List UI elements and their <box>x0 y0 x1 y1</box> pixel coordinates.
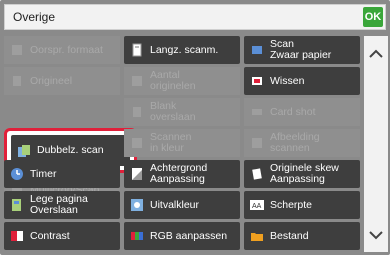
original-count-button: Aantal originelen <box>124 67 240 95</box>
original-icon <box>10 74 24 88</box>
settings-grid: Oorspr. formaat Langz. scanm. Scan Zwaar… <box>4 36 360 252</box>
ok-button[interactable]: OK <box>363 7 383 27</box>
erase-icon <box>250 74 264 88</box>
folder-icon <box>250 229 264 243</box>
original-size-button: Oorspr. formaat <box>4 36 120 64</box>
chevron-up-icon <box>369 45 383 63</box>
svg-text:AA: AA <box>252 203 262 210</box>
rgb-adjust-button[interactable]: RGB aanpassen <box>124 222 240 250</box>
background-adjust-button[interactable]: Achtergrond Aanpassing <box>124 160 240 188</box>
header-bar: Overige OK <box>4 4 386 30</box>
scroll-up-button[interactable] <box>364 42 388 66</box>
background-adjust-icon <box>130 167 144 181</box>
contrast-button[interactable]: Contrast <box>4 222 120 250</box>
blank-skip-button: Blank overslaan <box>124 98 240 126</box>
long-scan-icon <box>130 43 144 57</box>
blank-page-icon <box>10 198 24 212</box>
heavy-paper-scan-button[interactable]: Scan Zwaar papier <box>244 36 360 64</box>
original-size-icon <box>10 43 24 57</box>
sharpness-icon: AA <box>250 198 264 212</box>
color-dropout-icon <box>130 198 144 212</box>
chevron-down-icon <box>369 227 383 245</box>
erase-button[interactable]: Wissen <box>244 67 360 95</box>
card-shot-icon <box>250 105 264 119</box>
blank-page-skip-button[interactable]: Lege pagina Overslaan <box>4 191 120 219</box>
sharpness-button[interactable]: AA Scherpte <box>244 191 360 219</box>
rgb-icon <box>130 229 144 243</box>
page-title: Overige <box>13 10 56 24</box>
skew-adjust-button[interactable]: Originele skew Aanpassing <box>244 160 360 188</box>
clock-icon <box>10 167 24 181</box>
color-dropout-button[interactable]: Uitvalkleur <box>124 191 240 219</box>
file-button[interactable]: Bestand <box>244 222 360 250</box>
skew-icon <box>250 167 264 181</box>
scroll-down-button[interactable] <box>364 224 388 248</box>
color-scan-button: Scannen in kleur <box>124 129 240 157</box>
image-scan-button: Afbeelding scannen <box>244 129 360 157</box>
long-scan-button[interactable]: Langz. scanm. <box>124 36 240 64</box>
color-scan-icon <box>130 136 144 150</box>
original-count-icon <box>130 74 144 88</box>
screen: Overige OK Oorspr. formaat Langz. scanm.… <box>0 0 390 255</box>
card-shot-button: Card shot <box>244 98 360 126</box>
original-button: Origineel <box>4 67 120 95</box>
duplex-scan-icon <box>17 144 31 158</box>
timer-button[interactable]: Timer <box>4 160 120 188</box>
scrollbar <box>364 36 388 252</box>
contrast-icon <box>10 229 24 243</box>
heavy-paper-icon <box>250 43 264 57</box>
blank-skip-icon <box>130 105 144 119</box>
image-scan-icon <box>250 136 264 150</box>
